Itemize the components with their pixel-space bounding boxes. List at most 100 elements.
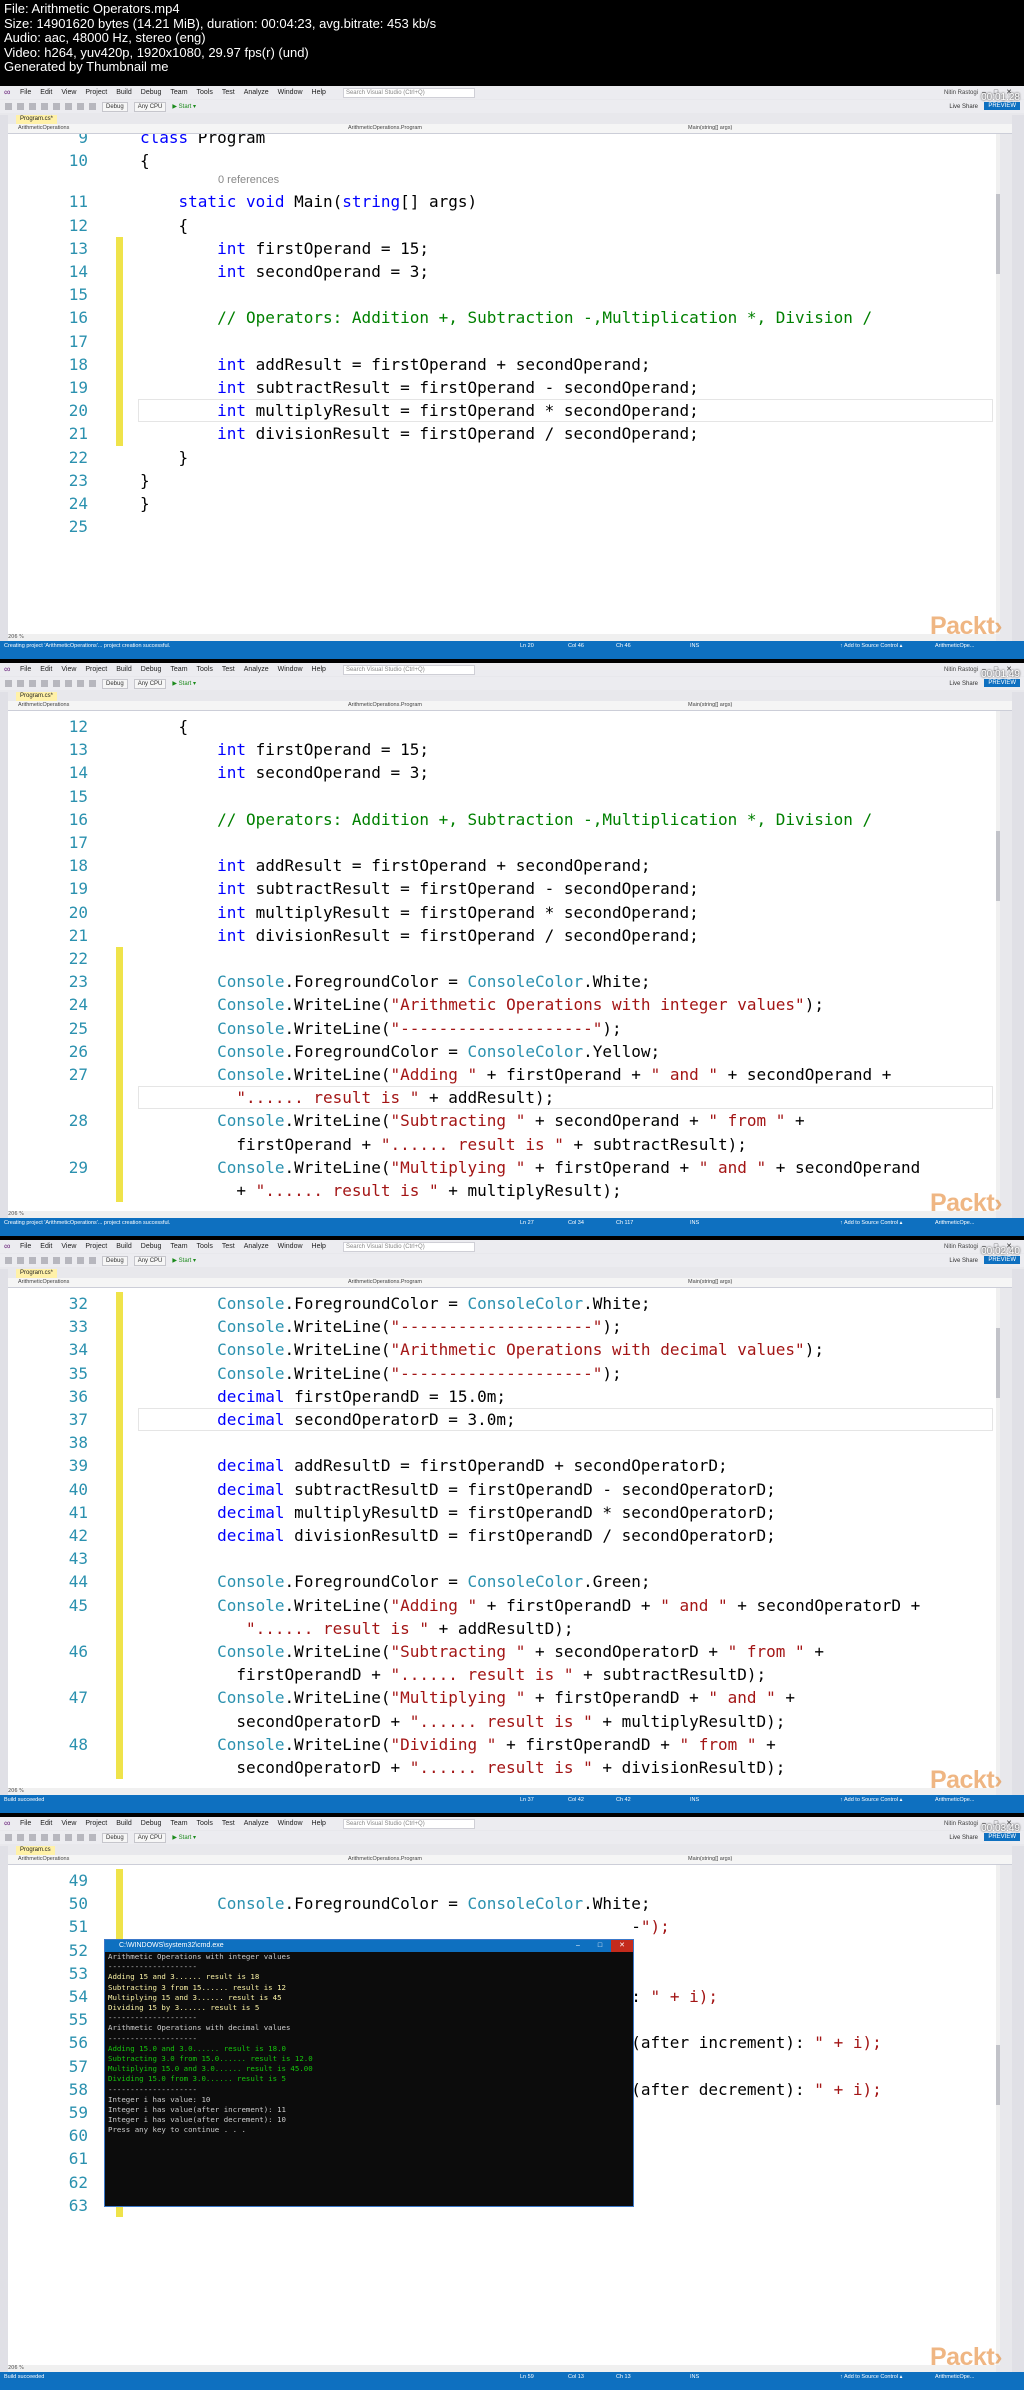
menu-item-edit[interactable]: Edit bbox=[40, 1820, 52, 1827]
menu-item-analyze[interactable]: Analyze bbox=[244, 89, 269, 96]
open-icon[interactable] bbox=[41, 103, 48, 110]
save-all-icon[interactable] bbox=[65, 103, 72, 110]
add-to-source-control[interactable]: ↑ Add to Source Control ▴ bbox=[840, 1218, 902, 1228]
config-dropdown[interactable]: Debug bbox=[102, 1832, 128, 1843]
start-button[interactable]: ▶ Start ▾ bbox=[172, 1834, 196, 1841]
menu-item-analyze[interactable]: Analyze bbox=[244, 666, 269, 673]
menu-item-debug[interactable]: Debug bbox=[141, 1820, 162, 1827]
right-tool-strip[interactable] bbox=[1012, 1846, 1024, 2372]
forward-icon[interactable] bbox=[17, 680, 24, 687]
back-icon[interactable] bbox=[5, 1834, 12, 1841]
forward-icon[interactable] bbox=[17, 1834, 24, 1841]
save-all-icon[interactable] bbox=[65, 1834, 72, 1841]
class-dropdown[interactable]: ArithmeticOperations.Program bbox=[348, 1855, 422, 1864]
menu-item-team[interactable]: Team bbox=[170, 89, 187, 96]
back-icon[interactable] bbox=[5, 103, 12, 110]
project-dropdown[interactable]: ArithmeticOperations bbox=[18, 124, 69, 133]
menu-item-build[interactable]: Build bbox=[116, 666, 132, 673]
project-dropdown[interactable]: ArithmeticOperations bbox=[18, 1855, 69, 1864]
menu-item-window[interactable]: Window bbox=[278, 89, 303, 96]
undo-icon[interactable] bbox=[77, 680, 84, 687]
back-icon[interactable] bbox=[5, 1257, 12, 1264]
back-icon[interactable] bbox=[5, 680, 12, 687]
menu-item-tools[interactable]: Tools bbox=[197, 1820, 213, 1827]
open-icon[interactable] bbox=[41, 1834, 48, 1841]
menu-item-edit[interactable]: Edit bbox=[40, 89, 52, 96]
project-dropdown[interactable]: ArithmeticOperations bbox=[18, 701, 69, 710]
menu-item-build[interactable]: Build bbox=[116, 1243, 132, 1250]
menu-item-edit[interactable]: Edit bbox=[40, 666, 52, 673]
close-button[interactable]: ✕ bbox=[611, 1940, 633, 1952]
right-tool-strip[interactable] bbox=[1012, 692, 1024, 1218]
tab-program-cs[interactable]: Program.cs* bbox=[16, 1269, 58, 1278]
menu-item-file[interactable]: File bbox=[20, 1243, 31, 1250]
platform-dropdown[interactable]: Any CPU bbox=[133, 1832, 167, 1843]
forward-icon[interactable] bbox=[17, 103, 24, 110]
menu-item-tools[interactable]: Tools bbox=[197, 666, 213, 673]
left-tool-strip[interactable] bbox=[0, 115, 8, 641]
user-name[interactable]: Nitin Rastogi bbox=[944, 1821, 978, 1827]
user-name[interactable]: Nitin Rastogi bbox=[944, 90, 978, 96]
menu-item-window[interactable]: Window bbox=[278, 666, 303, 673]
project-dropdown[interactable]: ArithmeticOperations bbox=[18, 1278, 69, 1287]
menu-item-window[interactable]: Window bbox=[278, 1820, 303, 1827]
add-to-source-control[interactable]: ↑ Add to Source Control ▴ bbox=[840, 2372, 902, 2382]
code-editor[interactable]: 32 Console.ForegroundColor = ConsoleColo… bbox=[8, 1288, 996, 1788]
class-dropdown[interactable]: ArithmeticOperations.Program bbox=[348, 124, 422, 133]
menu-item-team[interactable]: Team bbox=[170, 1820, 187, 1827]
forward-icon[interactable] bbox=[17, 1257, 24, 1264]
repo-name[interactable]: ArithmeticOpe... bbox=[935, 2372, 974, 2382]
undo-icon[interactable] bbox=[77, 1834, 84, 1841]
menu-item-analyze[interactable]: Analyze bbox=[244, 1243, 269, 1250]
save-all-icon[interactable] bbox=[65, 680, 72, 687]
menu-item-debug[interactable]: Debug bbox=[141, 89, 162, 96]
member-dropdown[interactable]: Main(string[] args) bbox=[688, 701, 732, 710]
tab-program-cs[interactable]: Program.cs* bbox=[16, 692, 58, 701]
tab-program-cs[interactable]: Program.cs* bbox=[16, 115, 58, 124]
menu-item-edit[interactable]: Edit bbox=[40, 1243, 52, 1250]
zoom-level[interactable]: 206 % bbox=[8, 2365, 996, 2372]
config-dropdown[interactable]: Debug bbox=[102, 1255, 128, 1266]
left-tool-strip[interactable] bbox=[0, 692, 8, 1218]
save-icon[interactable] bbox=[53, 1257, 60, 1264]
menu-item-team[interactable]: Team bbox=[170, 666, 187, 673]
console-window[interactable]: C:\WINDOWS\system32\cmd.exe – □ ✕ Arithmetic… bbox=[104, 1939, 634, 2207]
redo-icon[interactable] bbox=[89, 1834, 96, 1841]
minimize-button[interactable]: – bbox=[567, 1940, 589, 1952]
menu-item-project[interactable]: Project bbox=[85, 89, 107, 96]
user-name[interactable]: Nitin Rastogi bbox=[944, 667, 978, 673]
menu-item-help[interactable]: Help bbox=[312, 1820, 326, 1827]
search-input[interactable]: Search Visual Studio (Ctrl+Q) bbox=[342, 664, 475, 675]
vertical-scrollbar[interactable] bbox=[996, 711, 1000, 1211]
member-dropdown[interactable]: Main(string[] args) bbox=[688, 1855, 732, 1864]
start-button[interactable]: ▶ Start ▾ bbox=[172, 1257, 196, 1264]
class-dropdown[interactable]: ArithmeticOperations.Program bbox=[348, 1278, 422, 1287]
start-button[interactable]: ▶ Start ▾ bbox=[172, 103, 196, 110]
redo-icon[interactable] bbox=[89, 103, 96, 110]
code-editor[interactable]: 49 50 Console.ForegroundColor = ConsoleCo… bbox=[8, 1865, 996, 2365]
repo-name[interactable]: ArithmeticOpe... bbox=[935, 1218, 974, 1228]
redo-icon[interactable] bbox=[89, 1257, 96, 1264]
class-dropdown[interactable]: ArithmeticOperations.Program bbox=[348, 701, 422, 710]
add-to-source-control[interactable]: ↑ Add to Source Control ▴ bbox=[840, 1795, 902, 1805]
menu-item-window[interactable]: Window bbox=[278, 1243, 303, 1250]
redo-icon[interactable] bbox=[89, 680, 96, 687]
scrollbar-thumb[interactable] bbox=[996, 831, 1000, 901]
add-to-source-control[interactable]: ↑ Add to Source Control ▴ bbox=[840, 641, 902, 651]
start-button[interactable]: ▶ Start ▾ bbox=[172, 680, 196, 687]
member-dropdown[interactable]: Main(string[] args) bbox=[688, 124, 732, 133]
search-input[interactable]: Search Visual Studio (Ctrl+Q) bbox=[342, 1818, 475, 1829]
menu-item-file[interactable]: File bbox=[20, 89, 31, 96]
menu-item-test[interactable]: Test bbox=[222, 1820, 235, 1827]
code-editor[interactable]: 9 class Program 10 {0 references 11 static v… bbox=[8, 134, 996, 634]
menu-item-help[interactable]: Help bbox=[312, 89, 326, 96]
save-icon[interactable] bbox=[53, 103, 60, 110]
save-icon[interactable] bbox=[53, 680, 60, 687]
left-tool-strip[interactable] bbox=[0, 1269, 8, 1795]
search-input[interactable]: Search Visual Studio (Ctrl+Q) bbox=[342, 87, 475, 98]
menu-item-team[interactable]: Team bbox=[170, 1243, 187, 1250]
tab-program-cs[interactable]: Program.cs bbox=[16, 1846, 55, 1855]
menu-item-analyze[interactable]: Analyze bbox=[244, 1820, 269, 1827]
menu-item-view[interactable]: View bbox=[61, 1820, 76, 1827]
menu-item-debug[interactable]: Debug bbox=[141, 1243, 162, 1250]
